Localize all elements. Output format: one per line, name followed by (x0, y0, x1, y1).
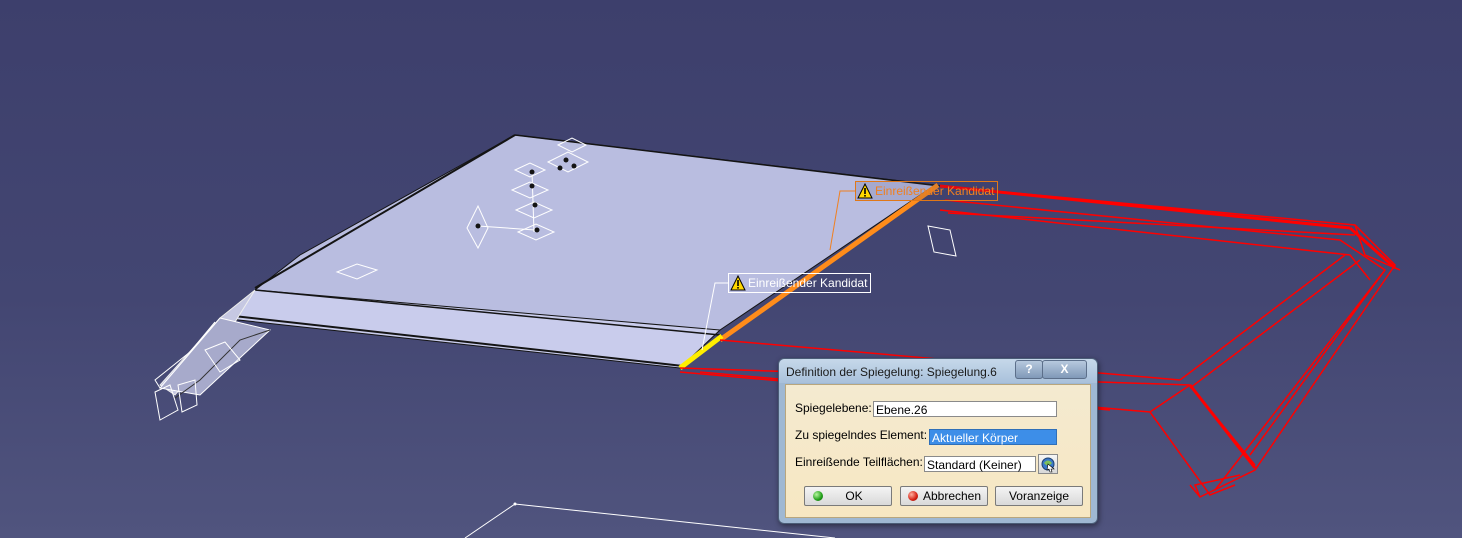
callout-text: Einreißender Kandidat (748, 276, 868, 290)
warning-icon (857, 182, 873, 199)
tearing-candidate-callout-bottom: Einreißender Kandidat (728, 273, 872, 293)
preview-button-label: Voranzeige (1008, 489, 1070, 503)
mirror-plane-field[interactable]: Ebene.26 (873, 401, 1057, 417)
dialog-title: Definition der Spiegelung: Spiegelung.6 (786, 365, 997, 379)
cancel-button[interactable]: Abbrechen (900, 486, 988, 506)
dialog-titlebar[interactable]: Definition der Spiegelung: Spiegelung.6 … (779, 359, 1097, 383)
tearing-faces-label: Einreißende Teilflächen: (795, 455, 923, 469)
help-button[interactable]: ? (1015, 360, 1043, 379)
3d-viewport[interactable]: Einreißender Kandidat Einreißender Kandi… (0, 0, 1462, 538)
cancel-button-label: Abbrechen (922, 489, 982, 503)
ok-button[interactable]: OK (804, 486, 892, 506)
tearing-candidate-callout-top: Einreißender Kandidat (855, 181, 999, 201)
element-label: Zu spiegelndes Element: (795, 428, 928, 442)
selection-picker-icon[interactable] (1038, 454, 1058, 474)
ok-button-label: OK (845, 489, 863, 503)
mirror-definition-dialog: Definition der Spiegelung: Spiegelung.6 … (778, 358, 1098, 524)
callout-text: Einreißender Kandidat (875, 184, 995, 198)
dialog-body: Spiegelebene: Ebene.26 Zu spiegelndes El… (785, 384, 1091, 518)
preview-button[interactable]: Voranzeige (995, 486, 1083, 506)
tearing-faces-field[interactable]: Standard (Keiner) (924, 456, 1036, 472)
3d-scene[interactable] (0, 0, 1462, 538)
close-button[interactable]: X (1042, 360, 1087, 379)
mirror-plane-label: Spiegelebene: (795, 401, 872, 415)
element-field[interactable]: Aktueller Körper (929, 429, 1057, 445)
warning-icon (730, 274, 746, 291)
